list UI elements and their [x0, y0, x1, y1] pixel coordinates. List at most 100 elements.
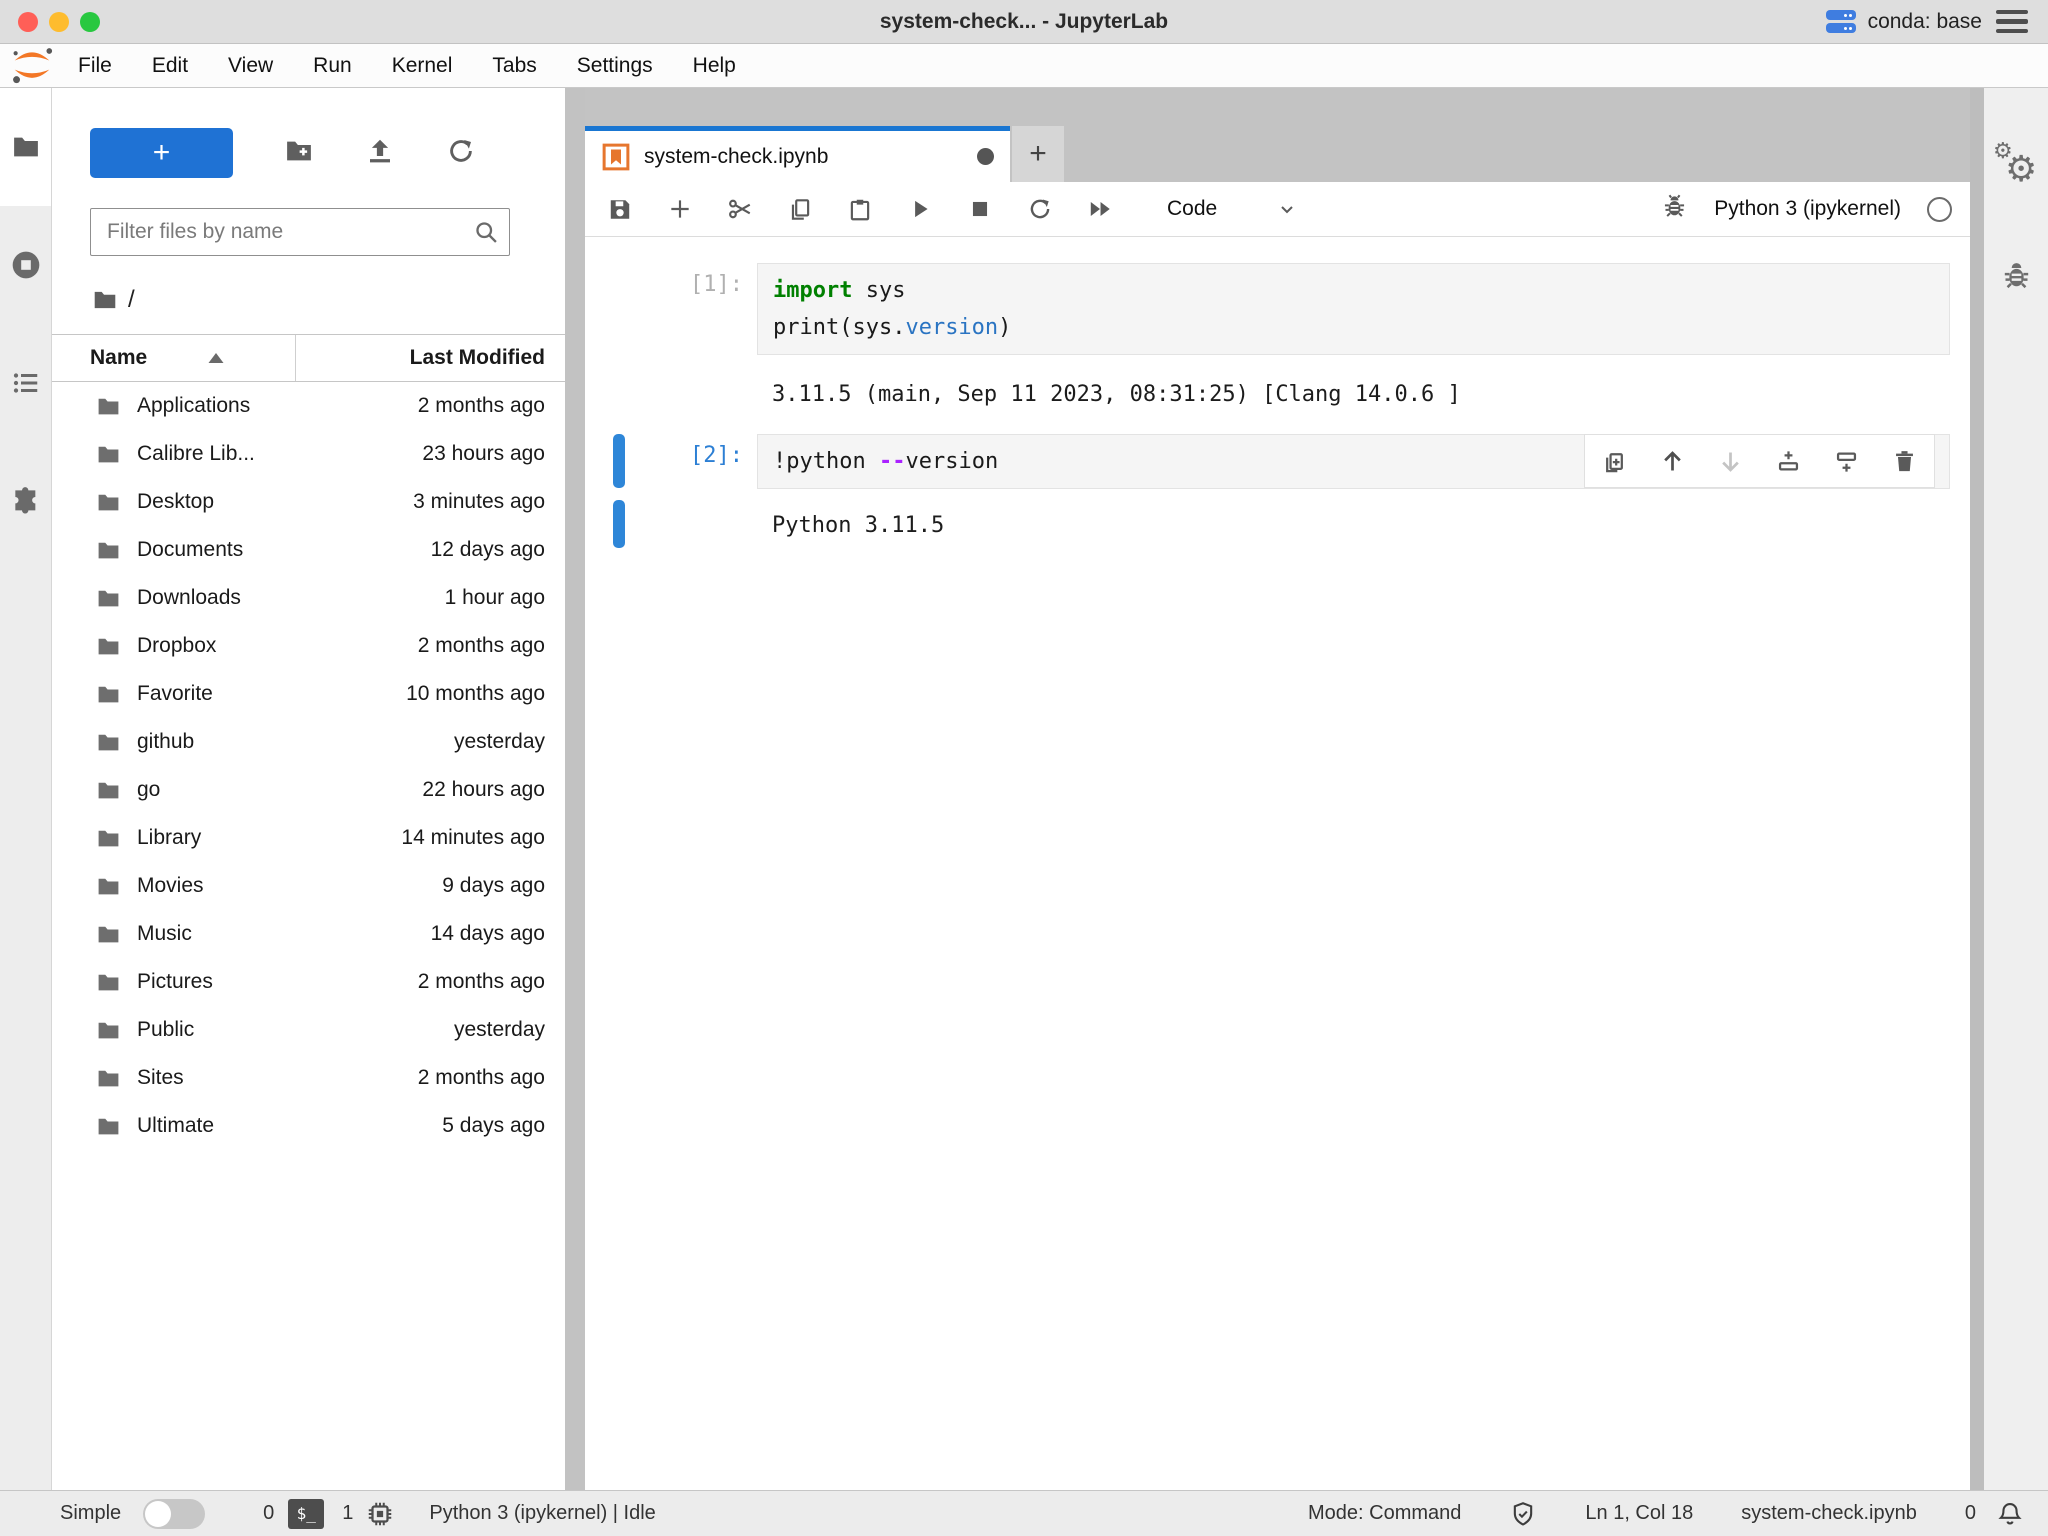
menu-item[interactable]: Tabs	[472, 54, 556, 78]
file-row[interactable]: Music 14 days ago	[52, 910, 565, 958]
upload-button[interactable]	[365, 136, 395, 171]
interrupt-kernel-button[interactable]	[967, 196, 993, 222]
restart-run-all-button[interactable]	[1087, 196, 1113, 222]
kernel-chip-icon	[365, 1499, 395, 1529]
insert-below-icon	[1833, 448, 1860, 475]
terminals-count[interactable]: 0	[263, 1502, 274, 1525]
delete-cell-button[interactable]	[1891, 448, 1918, 475]
sidebar-tab-debugger[interactable]	[2000, 220, 2033, 330]
move-cell-up-button[interactable]	[1659, 448, 1686, 475]
breadcrumb[interactable]: /	[92, 282, 565, 318]
trust-indicator[interactable]	[1509, 1500, 1537, 1528]
file-modified: 2 months ago	[418, 1066, 565, 1090]
sidebar-tab-table-of-contents[interactable]	[0, 324, 51, 442]
folder-icon	[96, 442, 121, 467]
insert-cell-button[interactable]	[667, 196, 693, 222]
menu-item[interactable]: Run	[293, 54, 372, 78]
file-row[interactable]: github yesterday	[52, 718, 565, 766]
tab-system-check-notebook[interactable]: system-check.ipynb	[585, 126, 1010, 182]
terminal-icon: $_	[288, 1499, 324, 1529]
file-row[interactable]: Dropbox 2 months ago	[52, 622, 565, 670]
panel-resize-gutter[interactable]	[565, 88, 585, 1490]
new-folder-button[interactable]	[284, 136, 314, 171]
cut-cells-button[interactable]	[727, 196, 753, 222]
file-row[interactable]: Public yesterday	[52, 1006, 565, 1054]
menu-item[interactable]: Help	[673, 54, 756, 78]
cell-type-dropdown[interactable]: Code	[1167, 197, 1299, 221]
folder-icon	[96, 778, 121, 803]
file-modified: 22 hours ago	[422, 778, 565, 802]
file-row[interactable]: Sites 2 months ago	[52, 1054, 565, 1102]
menu-item[interactable]: View	[208, 54, 293, 78]
plus-icon	[667, 196, 693, 222]
sidebar-tab-property-inspector[interactable]: ⚙ ⚙	[1993, 110, 2039, 220]
kernel-status-icon[interactable]	[1927, 197, 1952, 222]
file-row[interactable]: Library 14 minutes ago	[52, 814, 565, 862]
copy-cells-button[interactable]	[787, 196, 813, 222]
code-cell-2-selected[interactable]: [2]: !python --version Python 3.11.5	[585, 434, 1970, 544]
menu-item[interactable]: File	[58, 54, 132, 78]
file-name: github	[137, 730, 454, 754]
paste-cells-button[interactable]	[847, 196, 873, 222]
file-row[interactable]: Applications 2 months ago	[52, 382, 565, 430]
save-button[interactable]	[607, 196, 633, 222]
refresh-button[interactable]	[446, 136, 476, 171]
arrow-up-icon	[1659, 448, 1686, 475]
file-row[interactable]: Movies 9 days ago	[52, 862, 565, 910]
kernels-count[interactable]: 1	[342, 1502, 353, 1525]
unsaved-changes-dot[interactable]	[977, 148, 994, 165]
move-cell-down-button[interactable]	[1717, 448, 1744, 475]
file-modified: 2 months ago	[418, 634, 565, 658]
cell-collapser-output[interactable]	[613, 500, 625, 548]
new-tab-button[interactable]: +	[1012, 126, 1064, 182]
cell-collapser-input[interactable]	[613, 434, 625, 488]
column-header-modified[interactable]: Last Modified	[295, 335, 565, 381]
right-sidebar-strip: ⚙ ⚙	[1984, 88, 2048, 1490]
file-row[interactable]: Desktop 3 minutes ago	[52, 478, 565, 526]
run-cell-button[interactable]	[907, 196, 933, 222]
menu-item[interactable]: Edit	[132, 54, 208, 78]
insert-cell-above-button[interactable]	[1775, 448, 1802, 475]
file-row[interactable]: Downloads 1 hour ago	[52, 574, 565, 622]
hamburger-menu-icon[interactable]	[1996, 10, 2028, 34]
sidebar-tab-extensions[interactable]	[0, 442, 51, 560]
file-row[interactable]: Ultimate 5 days ago	[52, 1102, 565, 1150]
notifications-count[interactable]: 0	[1965, 1502, 1976, 1525]
code-input[interactable]: import sysprint(sys.version)	[757, 263, 1950, 355]
file-name: Applications	[137, 394, 418, 418]
enable-debugger-button[interactable]	[1661, 193, 1688, 225]
new-launcher-button[interactable]: +	[90, 128, 233, 178]
insert-cell-below-button[interactable]	[1833, 448, 1860, 475]
simple-mode-toggle[interactable]	[143, 1499, 205, 1529]
cell-toolbar	[1584, 434, 1935, 488]
file-row[interactable]: Pictures 2 months ago	[52, 958, 565, 1006]
sidebar-tab-file-browser[interactable]	[0, 88, 51, 206]
code-cell-1[interactable]: [1]: import sysprint(sys.version)	[585, 263, 1970, 355]
file-row[interactable]: go 22 hours ago	[52, 766, 565, 814]
folder-icon	[96, 682, 121, 707]
menu-item[interactable]: Settings	[557, 54, 673, 78]
kernel-status-text[interactable]: Python 3 (ipykernel) | Idle	[429, 1502, 655, 1525]
breadcrumb-root: /	[128, 286, 135, 314]
fast-forward-icon	[1087, 195, 1113, 223]
arrow-down-icon	[1717, 448, 1744, 475]
file-row[interactable]: Favorite 10 months ago	[52, 670, 565, 718]
active-file-name[interactable]: system-check.ipynb	[1741, 1502, 1917, 1525]
file-name: Sites	[137, 1066, 418, 1090]
sidebar-tab-running[interactable]	[0, 206, 51, 324]
notifications-bell[interactable]	[1996, 1500, 2024, 1528]
duplicate-cell-button[interactable]	[1601, 448, 1628, 475]
restart-kernel-button[interactable]	[1027, 196, 1053, 222]
menu-item[interactable]: Kernel	[372, 54, 473, 78]
notebook-mode-indicator[interactable]: Mode: Command	[1308, 1502, 1461, 1525]
folder-icon	[96, 1066, 121, 1091]
status-bar: Simple 0 $_ 1 Python 3 (ipykernel) | Idl…	[0, 1490, 2048, 1536]
file-row[interactable]: Documents 12 days ago	[52, 526, 565, 574]
folder-icon	[96, 874, 121, 899]
filter-files-input[interactable]	[90, 208, 510, 256]
panel-resize-gutter-right[interactable]	[1970, 88, 1984, 1490]
cursor-position-indicator[interactable]: Ln 1, Col 18	[1585, 1502, 1693, 1525]
file-row[interactable]: Calibre Lib... 23 hours ago	[52, 430, 565, 478]
column-header-name[interactable]: Name	[52, 346, 295, 370]
kernel-name-button[interactable]: Python 3 (ipykernel)	[1714, 197, 1901, 221]
